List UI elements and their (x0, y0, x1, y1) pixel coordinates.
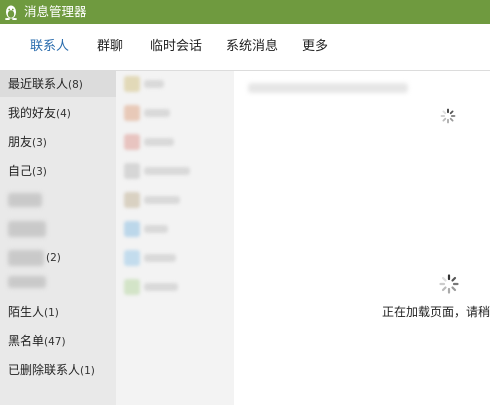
avatar (124, 192, 140, 208)
redacted-name (8, 221, 46, 237)
group-item[interactable]: 自己(3) (0, 158, 116, 184)
redacted-name (144, 283, 178, 291)
group-item[interactable]: 我的好友(4) (0, 100, 116, 126)
group-item[interactable] (0, 216, 116, 242)
redacted-name (8, 193, 42, 207)
group-item[interactable]: 黑名单(47) (0, 328, 116, 354)
tab-temp-session[interactable]: 临时会话 (150, 38, 202, 56)
avatar (124, 105, 140, 121)
redacted-name (8, 250, 44, 266)
group-item[interactable]: (2) (0, 245, 116, 271)
group-count: (8) (68, 79, 83, 91)
redacted-name (8, 276, 46, 288)
group-count: (1) (80, 365, 95, 377)
list-item[interactable] (116, 158, 234, 184)
redacted-name (144, 167, 190, 175)
avatar (124, 134, 140, 150)
group-item[interactable] (0, 274, 116, 300)
redacted-name (144, 138, 174, 146)
group-item[interactable]: 最近联系人(8) (0, 71, 116, 97)
loading-spinner-icon (440, 108, 456, 124)
group-count: (2) (46, 252, 61, 264)
nav-bar: 联系人 群聊 临时会话 系统消息 更多 (0, 24, 490, 71)
avatar (124, 76, 140, 92)
title-bar: 消息管理器 (0, 0, 490, 24)
list-item[interactable] (116, 216, 234, 242)
group-name: 最近联系人 (8, 77, 69, 91)
group-count: (1) (44, 307, 59, 319)
redacted-name (144, 109, 170, 117)
group-count: (4) (56, 108, 71, 120)
group-name: 自己 (8, 164, 33, 178)
group-item[interactable] (0, 187, 116, 213)
group-sidebar: 最近联系人(8) 我的好友(4) 朋友(3) 自己(3) (2) 陌生人(1) … (0, 71, 116, 405)
list-item[interactable] (116, 274, 234, 300)
redacted-name (144, 196, 180, 204)
redacted-name (144, 80, 164, 88)
avatar (124, 163, 140, 179)
list-item[interactable] (116, 71, 234, 97)
qq-penguin-icon (5, 5, 17, 20)
redacted-name (144, 254, 176, 262)
avatar (124, 279, 140, 295)
tab-group-chat[interactable]: 群聊 (97, 38, 123, 56)
avatar (124, 250, 140, 266)
tab-system-messages[interactable]: 系统消息 (226, 38, 278, 56)
list-item[interactable] (116, 100, 234, 126)
group-item[interactable]: 已删除联系人(1) (0, 357, 116, 383)
list-item[interactable] (116, 245, 234, 271)
group-name: 已删除联系人 (8, 363, 81, 377)
loading-text: 正在加载页面，请稍候 (382, 305, 490, 319)
tab-contacts[interactable]: 联系人 (30, 38, 69, 56)
detail-panel: 正在加载页面，请稍候 (234, 71, 490, 405)
group-name: 黑名单 (8, 334, 45, 348)
group-count: (3) (32, 137, 47, 149)
tab-more[interactable]: 更多 (302, 38, 328, 56)
group-name: 陌生人 (8, 305, 45, 319)
group-count: (47) (44, 336, 66, 348)
contact-list (116, 71, 234, 405)
message-manager-window: 消息管理器 联系人 群聊 临时会话 系统消息 更多 最近联系人(8) 我的好友(… (0, 0, 490, 405)
group-name: 我的好友 (8, 106, 57, 120)
redacted-name (144, 225, 168, 233)
group-count: (3) (32, 166, 47, 178)
window-title: 消息管理器 (24, 4, 87, 19)
loading-spinner-icon (439, 274, 459, 294)
group-item[interactable]: 陌生人(1) (0, 299, 116, 325)
group-item[interactable]: 朋友(3) (0, 129, 116, 155)
list-item[interactable] (116, 187, 234, 213)
group-name: 朋友 (8, 135, 33, 149)
avatar (124, 221, 140, 237)
redacted-header (248, 83, 408, 93)
list-item[interactable] (116, 129, 234, 155)
